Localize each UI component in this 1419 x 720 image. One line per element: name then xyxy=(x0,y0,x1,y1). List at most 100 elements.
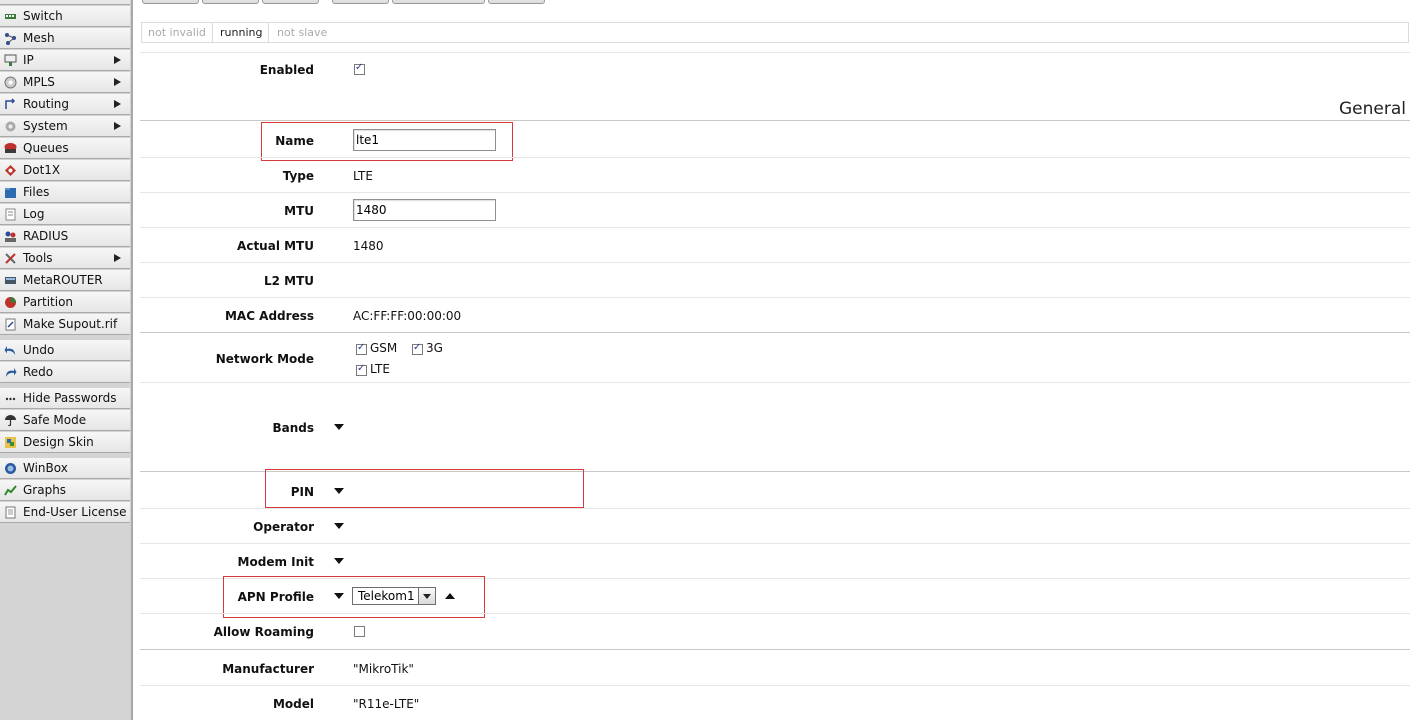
sidebar-item-license[interactable]: End-User License xyxy=(0,502,130,523)
mtu-label: MTU xyxy=(284,204,314,218)
mpls-icon xyxy=(4,76,17,89)
submenu-arrow-icon xyxy=(114,254,121,262)
allow-roaming-checkbox[interactable] xyxy=(354,626,365,637)
toolbar-button[interactable] xyxy=(332,0,389,4)
sidebar-item-label: MPLS xyxy=(23,75,55,89)
mac-label: MAC Address xyxy=(224,309,314,323)
type-value: LTE xyxy=(353,169,373,183)
sidebar-item-partial[interactable] xyxy=(0,0,130,5)
metarouter-icon xyxy=(5,277,16,284)
redo-icon xyxy=(6,368,17,377)
sidebar-item-label: Files xyxy=(23,185,50,199)
sidebar-item-label: Tools xyxy=(23,251,53,265)
sidebar-item-design-skin[interactable]: Design Skin xyxy=(0,432,130,453)
section-divider xyxy=(140,649,1410,650)
sidebar-item-mesh[interactable]: Mesh xyxy=(0,28,130,49)
sidebar-item-partition[interactable]: Partition xyxy=(0,292,130,313)
operator-expand-icon[interactable] xyxy=(334,523,344,529)
mesh-icon xyxy=(5,33,16,45)
undo-icon xyxy=(4,346,15,355)
bands-expand-icon[interactable] xyxy=(334,424,344,430)
actual-mtu-value: 1480 xyxy=(353,239,384,253)
sidebar-item-label: System xyxy=(23,119,68,133)
highlight-apn xyxy=(223,576,485,618)
license-icon xyxy=(5,506,16,519)
network-mode-lte-label: LTE xyxy=(370,362,390,376)
row-divider xyxy=(140,508,1410,509)
sidebar-item-supout[interactable]: Make Supout.rif xyxy=(0,314,130,335)
toolbar-button[interactable] xyxy=(392,0,485,4)
sidebar-item-mpls[interactable]: MPLS xyxy=(0,72,130,93)
sidebar-item-undo[interactable]: Undo xyxy=(0,340,130,361)
sidebar-item-ip[interactable]: IP xyxy=(0,50,130,71)
skin-icon xyxy=(5,437,16,448)
model-value: "R11e-LTE" xyxy=(353,697,420,711)
sidebar-item-graphs[interactable]: Graphs xyxy=(0,480,130,501)
sidebar-item-label: MetaROUTER xyxy=(23,273,103,287)
winbox-icon xyxy=(5,463,16,474)
row-divider xyxy=(140,192,1410,193)
network-mode-3g-checkbox[interactable] xyxy=(412,342,423,355)
bands-label: Bands xyxy=(272,421,314,435)
l2mtu-label: L2 MTU xyxy=(263,274,314,288)
sidebar-item-label: Routing xyxy=(23,97,70,111)
sidebar-item-label: Hide Passwords xyxy=(23,391,117,405)
toolbar-button[interactable] xyxy=(142,0,199,4)
supout-icon xyxy=(5,318,16,331)
status-running: running xyxy=(214,23,270,42)
row-divider xyxy=(140,262,1410,263)
network-mode-gsm-label: GSM xyxy=(370,341,398,355)
sidebar-item-label: WinBox xyxy=(23,461,68,475)
radius-icon xyxy=(5,231,16,242)
manufacturer-label: Manufacturer xyxy=(222,662,314,676)
sidebar-item-safe-mode[interactable]: Safe Mode xyxy=(0,410,130,431)
sidebar-item-log[interactable]: Log xyxy=(0,204,130,225)
sidebar-item-radius[interactable]: RADIUS xyxy=(0,226,130,247)
toolbar-button[interactable] xyxy=(262,0,319,4)
allow-roaming-label: Allow Roaming xyxy=(213,625,314,639)
type-label: Type xyxy=(282,169,314,183)
dot1x-icon xyxy=(5,165,16,176)
sidebar-item-switch[interactable]: Switch xyxy=(0,6,130,27)
mtu-input[interactable] xyxy=(353,199,496,221)
section-divider xyxy=(140,332,1410,333)
modem-init-expand-icon[interactable] xyxy=(334,558,344,564)
status-not-slave: not slave xyxy=(277,26,328,39)
sidebar-item-redo[interactable]: Redo xyxy=(0,362,130,383)
toolbar-button[interactable] xyxy=(488,0,545,4)
sidebar-item-routing[interactable]: Routing xyxy=(0,94,130,115)
partition-icon xyxy=(5,297,16,308)
routing-icon xyxy=(5,98,16,109)
sidebar-item-tools[interactable]: Tools xyxy=(0,248,130,269)
sidebar: Switch Mesh IP MPLS Routing System Queue… xyxy=(0,0,133,720)
sidebar-item-label: Make Supout.rif xyxy=(23,317,118,331)
sidebar-item-label: Redo xyxy=(23,365,54,379)
enabled-checkbox[interactable] xyxy=(354,62,365,75)
sidebar-item-queues[interactable]: Queues xyxy=(0,138,130,159)
sidebar-item-dot1x[interactable]: Dot1X xyxy=(0,160,130,181)
model-label: Model xyxy=(272,697,314,711)
sidebar-item-winbox[interactable]: WinBox xyxy=(0,458,130,479)
operator-label: Operator xyxy=(253,520,314,534)
row-divider xyxy=(140,685,1410,686)
sidebar-item-label: RADIUS xyxy=(23,229,69,243)
gear-icon xyxy=(5,121,16,132)
highlight-pin xyxy=(265,469,584,508)
folder-icon xyxy=(5,188,16,198)
network-mode-lte-checkbox[interactable] xyxy=(356,363,367,376)
sidebar-item-system[interactable]: System xyxy=(0,116,130,137)
sidebar-item-metarouter[interactable]: MetaROUTER xyxy=(0,270,130,291)
network-mode-gsm-checkbox[interactable] xyxy=(356,342,367,355)
toolbar-button[interactable] xyxy=(202,0,259,4)
sidebar-item-label: Switch xyxy=(23,9,63,23)
section-title-general: General xyxy=(1339,99,1406,119)
network-mode-3g-label: 3G xyxy=(426,341,443,355)
sidebar-item-files[interactable]: Files xyxy=(0,182,130,203)
submenu-arrow-icon xyxy=(114,122,121,130)
graphs-icon xyxy=(4,485,17,496)
sidebar-item-hide-passwords[interactable]: Hide Passwords xyxy=(0,388,130,409)
status-bar: not invalid running not slave xyxy=(141,22,1409,43)
sidebar-item-label: Mesh xyxy=(23,31,55,45)
sidebar-item-label: Log xyxy=(23,207,45,221)
manufacturer-value: "MikroTik" xyxy=(353,662,414,676)
